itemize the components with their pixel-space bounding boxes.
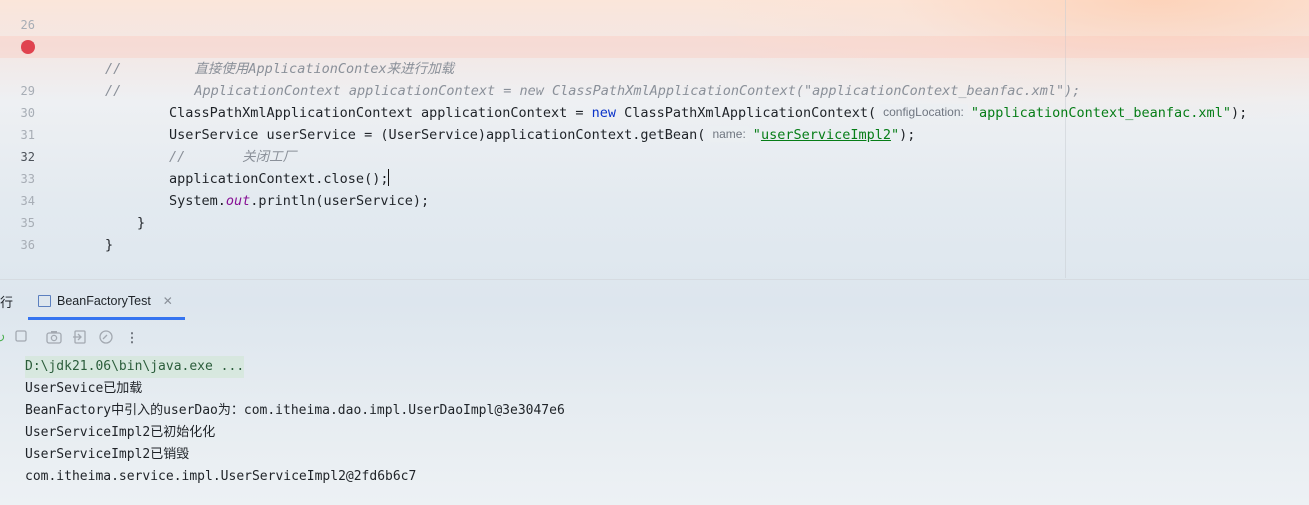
close-icon[interactable]: ✕ bbox=[163, 294, 173, 308]
code-editor[interactable]: 26 27 // 直接使用ApplicationContex来进行加载 // A… bbox=[0, 0, 1309, 280]
code-line-35[interactable]: 35 } bbox=[0, 190, 1309, 253]
console-line: BeanFactory中引入的userDao为：com.itheima.dao.… bbox=[25, 403, 565, 418]
tab-label: BeanFactoryTest bbox=[57, 294, 151, 308]
console-line: com.itheima.service.impl.UserServiceImpl… bbox=[25, 469, 417, 484]
console-line: UserSevice已加载 bbox=[25, 381, 143, 396]
code-line-27[interactable]: 27 // 直接使用ApplicationContex来进行加载 bbox=[0, 14, 1309, 77]
tab-beanfactorytest[interactable]: BeanFactoryTest ✕ bbox=[38, 287, 173, 315]
code-line-26[interactable]: 26 bbox=[0, 0, 1309, 32]
code-line-29[interactable]: 29 ClassPathXmlApplicationContext applic… bbox=[0, 58, 1309, 121]
console-line: UserServiceImpl2已初始化化 bbox=[25, 425, 216, 440]
code-line-30[interactable]: 30 UserService userService = (UserServic… bbox=[0, 80, 1309, 143]
line-number: 36 bbox=[20, 238, 35, 252]
breakpoint-icon[interactable] bbox=[21, 40, 35, 54]
code-line-34[interactable]: 34 } bbox=[0, 168, 1309, 231]
active-tab-indicator bbox=[28, 317, 185, 320]
panel-divider[interactable] bbox=[0, 279, 1309, 280]
console-line: UserServiceImpl2已销毁 bbox=[25, 447, 190, 462]
code-line-32[interactable]: 32 applicationContext.close(); bbox=[0, 124, 1309, 187]
more-icon[interactable]: ⋮ bbox=[124, 330, 140, 346]
console-command-line[interactable]: D:\jdk21.06\bin\java.exe ... bbox=[25, 356, 245, 378]
code-line-31[interactable]: 31 // 关闭工厂 bbox=[0, 102, 1309, 165]
code-line-28[interactable]: // ApplicationContext applicationContext… bbox=[0, 36, 1309, 99]
code-text: } bbox=[105, 237, 114, 253]
run-tool-window-header: 行 BeanFactoryTest ✕ bbox=[0, 287, 1309, 315]
stop-icon[interactable] bbox=[13, 330, 29, 346]
camera-icon[interactable] bbox=[46, 330, 62, 346]
run-toolbar: ↻ ⋮ bbox=[0, 326, 400, 350]
code-line-33[interactable]: 33 System.out.println(userService); bbox=[0, 146, 1309, 209]
run-panel-label[interactable]: 行 bbox=[0, 292, 13, 311]
rerun-icon[interactable]: ↻ bbox=[0, 330, 8, 346]
file-tab-icon bbox=[38, 295, 51, 307]
import-icon[interactable] bbox=[72, 330, 88, 346]
pin-icon[interactable] bbox=[98, 330, 114, 346]
code-line-36[interactable]: 36 bbox=[0, 212, 1309, 252]
